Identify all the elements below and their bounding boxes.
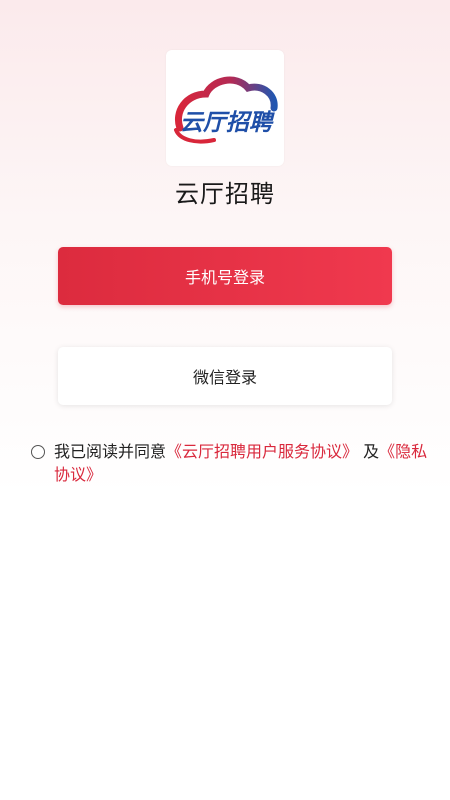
cloud-logo-icon: 云厅招聘 [174, 76, 278, 144]
service-agreement-link[interactable]: 《云厅招聘用户服务协议》 [166, 442, 358, 461]
app-logo: 云厅招聘 [166, 50, 284, 166]
agreement-prefix: 我已阅读并同意 [54, 442, 167, 461]
agreement-checkbox[interactable] [31, 445, 45, 459]
phone-login-label: 手机号登录 [184, 268, 265, 287]
logo-text: 云厅招聘 [180, 110, 275, 136]
agreement-text: 我已阅读并同意《云厅招聘用户服务协议》 及《隐私协议》 [54, 440, 431, 486]
phone-login-button[interactable]: 手机号登录 [58, 247, 392, 305]
agreement-and: 及 [363, 442, 380, 461]
app-title: 云厅招聘 [175, 180, 275, 208]
agreement-row: 我已阅读并同意《云厅招聘用户服务协议》 及《隐私协议》 [31, 440, 431, 486]
wechat-login-label: 微信登录 [192, 368, 257, 387]
wechat-login-button[interactable]: 微信登录 [58, 347, 392, 405]
